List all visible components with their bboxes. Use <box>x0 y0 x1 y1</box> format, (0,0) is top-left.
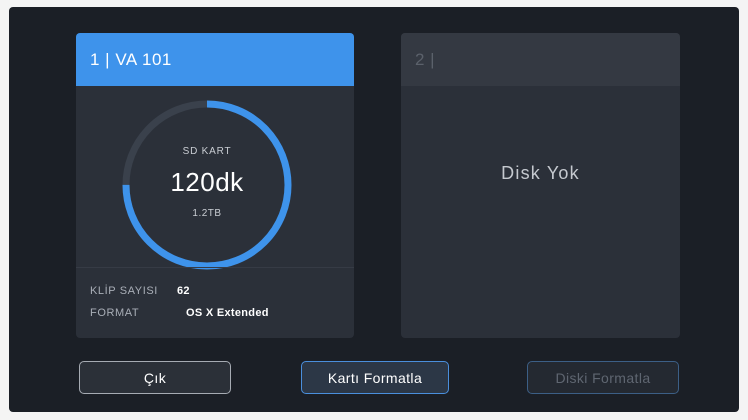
card-divider <box>76 267 354 268</box>
storage-capacity: 1.2TB <box>192 207 222 219</box>
slot-2-header: 2 | <box>401 33 680 86</box>
no-disk-status: Disk Yok <box>501 163 580 183</box>
storage-ring: SD KART 120dk 1.2TB <box>119 97 295 273</box>
slot-1-header: 1 | VA 101 <box>76 33 354 86</box>
storage-screen: 1 | VA 101 SD KART 120dk 1.2TB KLİP SAYI… <box>9 7 739 412</box>
format-value: OS X Extended <box>186 307 269 319</box>
exit-button[interactable]: Çık <box>79 361 231 394</box>
storage-type-label: SD KART <box>182 145 232 157</box>
format-row: FORMAT OS X Extended <box>90 307 269 319</box>
remaining-time: 120dk <box>170 166 244 197</box>
clip-count-row: KLİP SAYISI 62 <box>90 285 190 297</box>
format-disk-button[interactable]: Diski Formatla <box>527 361 679 394</box>
format-card-button[interactable]: Kartı Formatla <box>301 361 449 394</box>
format-label: FORMAT <box>90 307 140 319</box>
slot-1-card[interactable]: 1 | VA 101 SD KART 120dk 1.2TB KLİP SAYI… <box>76 33 354 338</box>
clip-count-label: KLİP SAYISI <box>90 285 158 297</box>
clip-count-value: 62 <box>177 285 190 297</box>
storage-ring-text: SD KART 120dk 1.2TB <box>119 97 295 273</box>
slot-2-card[interactable]: 2 | Disk Yok <box>401 33 680 338</box>
